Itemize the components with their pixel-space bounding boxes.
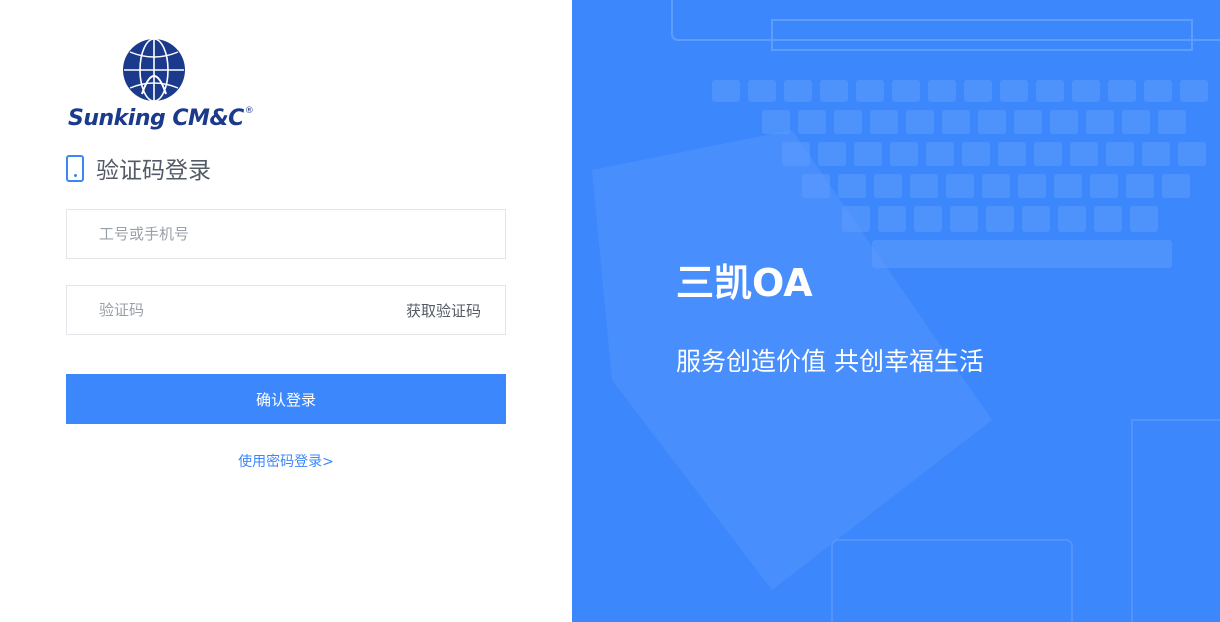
globe-emblem-icon xyxy=(123,38,185,102)
verification-code-input[interactable] xyxy=(99,286,379,334)
brand-slogan: 服务创造价值 共创幸福生活 xyxy=(676,347,984,376)
get-code-button[interactable]: 获取验证码 xyxy=(406,286,481,334)
password-login-link[interactable]: 使用密码登录> xyxy=(66,451,506,471)
login-page: Sunking CM&C® 验证码登录 获取验证码 确认登录 使用密码登录> xyxy=(0,0,1220,622)
phone-icon xyxy=(66,154,84,182)
confirm-login-button[interactable]: 确认登录 xyxy=(66,374,506,424)
login-heading: 验证码登录 xyxy=(66,152,211,184)
keyboard-background-image xyxy=(592,0,1220,622)
hero-panel: 三凯OA 服务创造价值 共创幸福生活 xyxy=(572,0,1220,622)
verification-code-field: 获取验证码 xyxy=(66,285,506,335)
brand-title: 三凯OA xyxy=(676,261,813,305)
company-logo: Sunking CM&C® xyxy=(66,38,254,142)
username-field xyxy=(66,209,506,259)
username-input[interactable] xyxy=(99,210,379,258)
page-title: 验证码登录 xyxy=(96,158,211,184)
login-panel: Sunking CM&C® 验证码登录 获取验证码 确认登录 使用密码登录> xyxy=(0,0,572,622)
logo-wordmark: Sunking CM&C® xyxy=(68,106,254,131)
